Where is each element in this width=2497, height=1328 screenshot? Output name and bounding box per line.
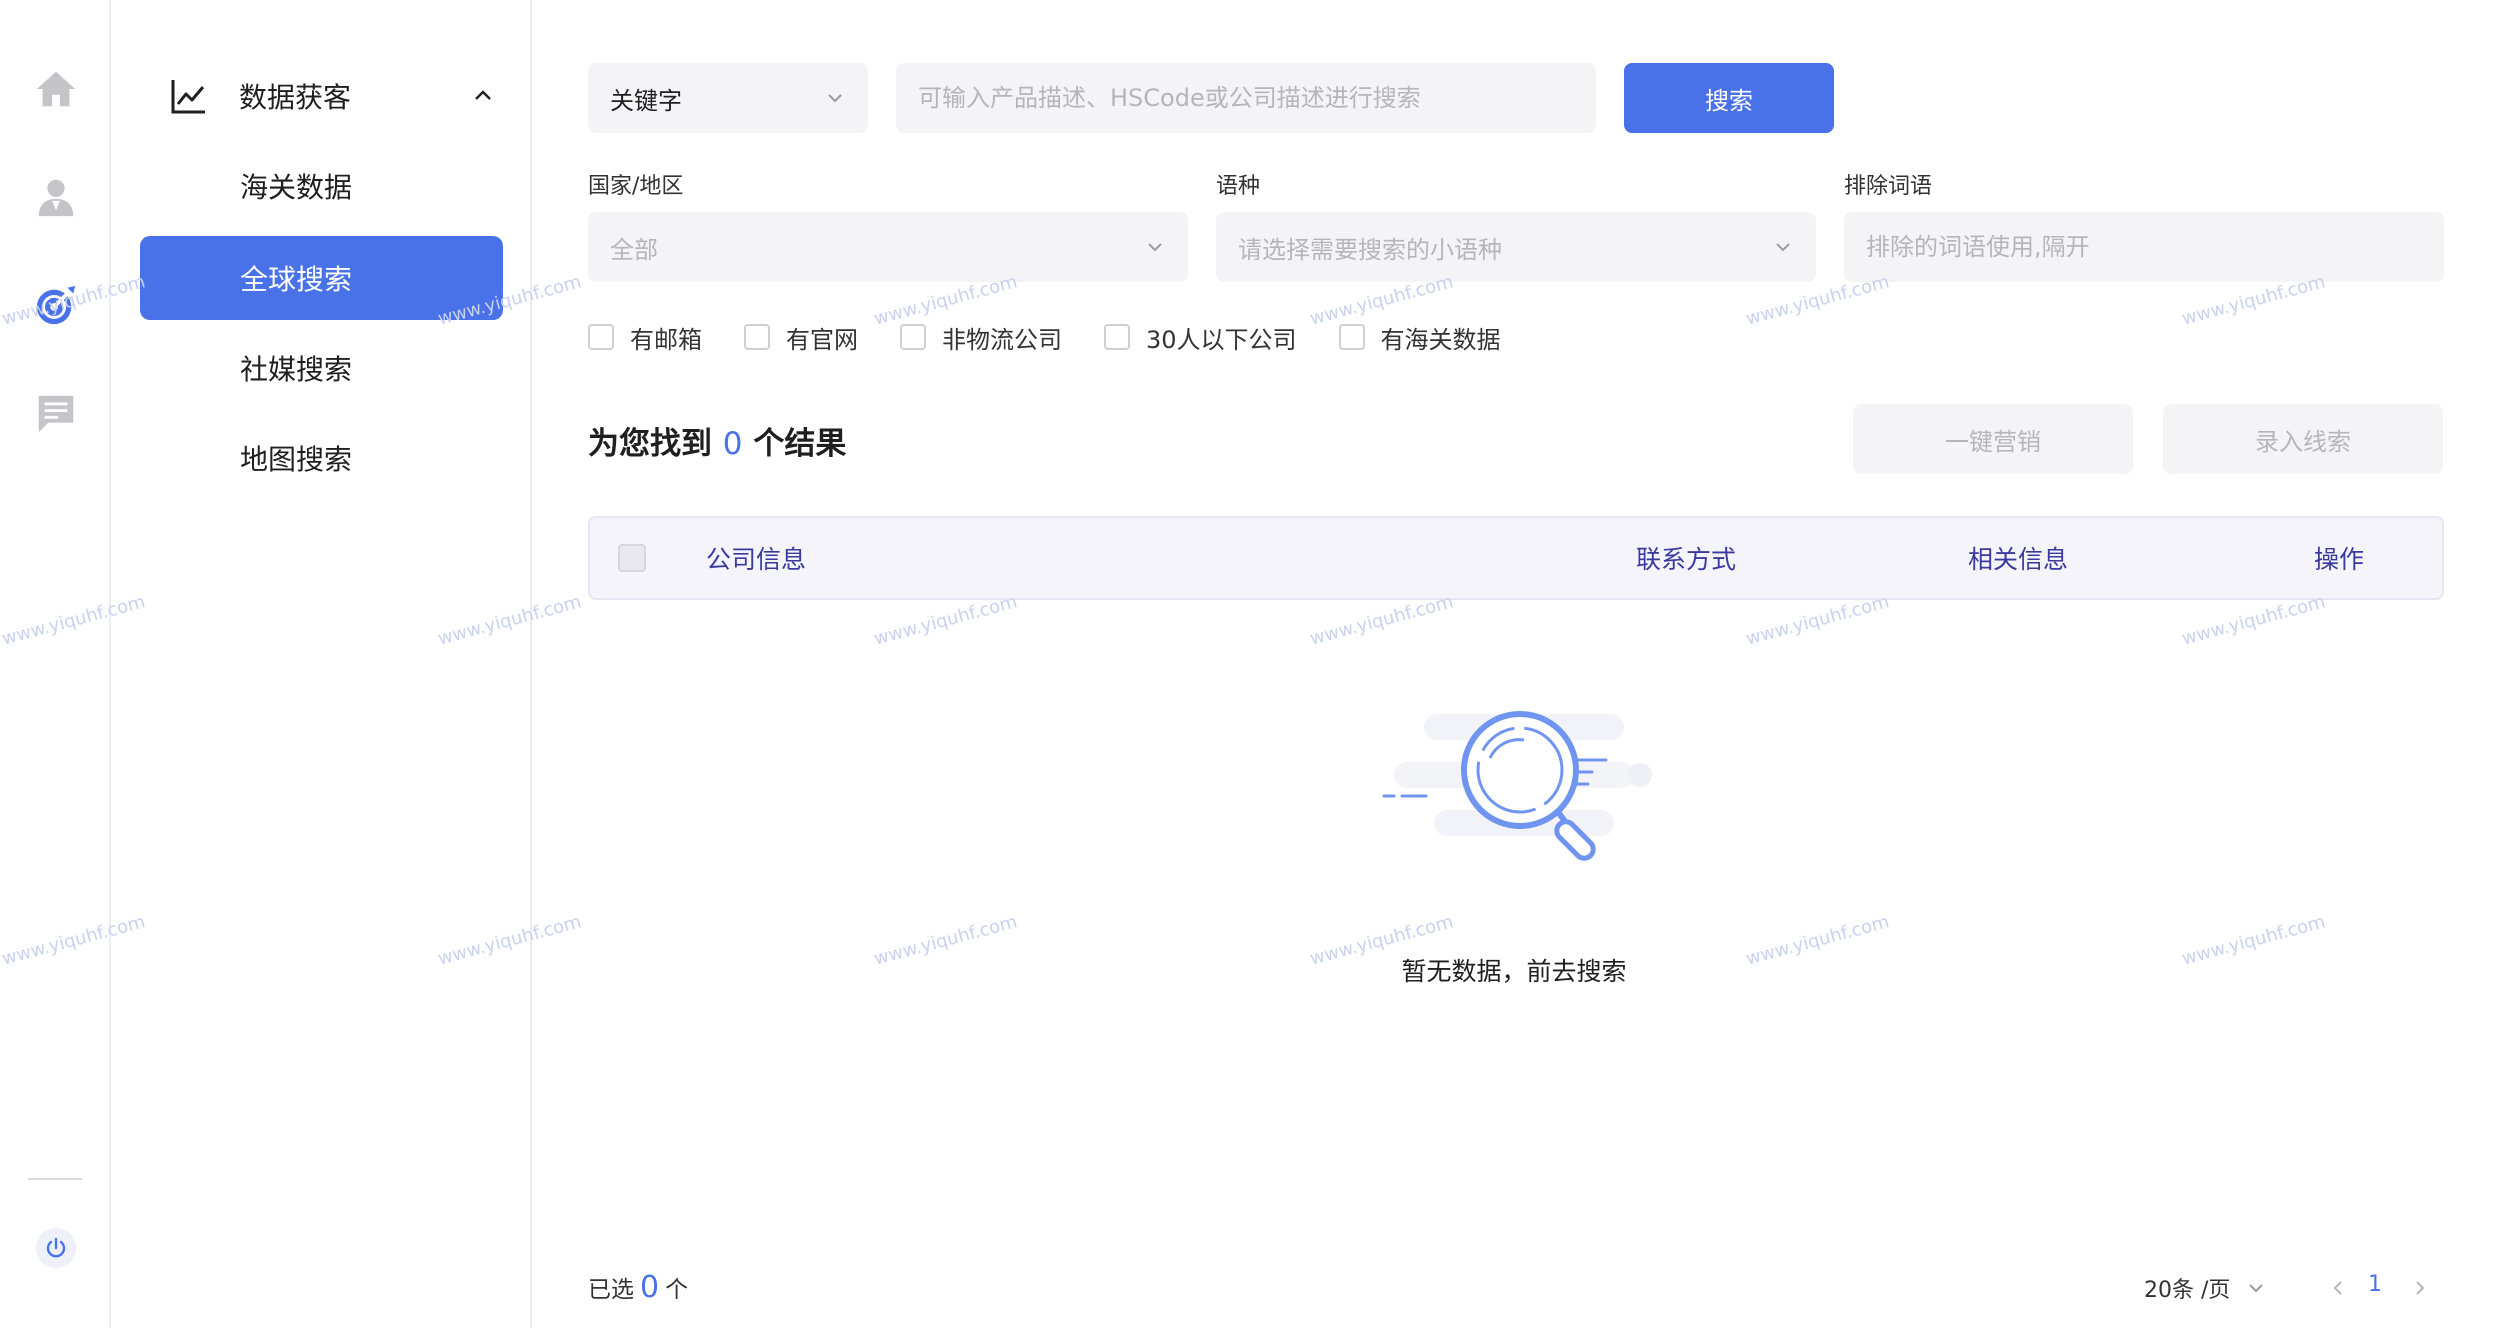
rail-divider — [28, 1178, 82, 1180]
country-select[interactable]: 全部 — [588, 212, 1188, 282]
message-icon[interactable] — [31, 388, 81, 438]
country-label: 国家/地区 — [588, 174, 684, 199]
empty-search-icon — [1382, 711, 1652, 861]
filter-label: 30人以下公司 — [1146, 325, 1297, 354]
checkbox[interactable] — [1338, 324, 1365, 350]
search-input[interactable] — [896, 63, 1596, 133]
target-icon[interactable] — [31, 280, 81, 330]
chevron-down-icon — [2249, 1284, 2264, 1293]
result-prefix: 为您找到 — [588, 426, 712, 462]
icon-rail — [0, 0, 111, 1328]
home-icon[interactable] — [31, 64, 81, 114]
selection-summary: 已选 0 个 — [588, 1270, 688, 1305]
language-placeholder: 请选择需要搜索的小语种 — [1238, 235, 1502, 264]
submenu: 数据获客 海关数据 全球搜索 社媒搜索 地图搜索 — [111, 0, 532, 1328]
checkbox[interactable] — [588, 324, 614, 350]
checkbox[interactable] — [744, 324, 770, 350]
menu-group-label: 数据获客 — [239, 81, 352, 114]
add-leads-button[interactable]: 录入线索 — [2163, 404, 2443, 474]
menu-item-customs-data[interactable]: 海关数据 — [140, 144, 503, 228]
table-header: 公司信息 联系方式 相关信息 操作 — [588, 516, 2444, 600]
result-count: 0 — [722, 426, 743, 462]
line-chart-icon — [171, 80, 205, 114]
filter-has-website[interactable]: 有官网 — [744, 320, 858, 355]
menu-item-label: 社媒搜索 — [240, 353, 353, 386]
selected-suffix: 个 — [665, 1277, 689, 1303]
result-summary: 为您找到 0 个结果 — [588, 418, 846, 463]
checkbox[interactable] — [1104, 324, 1130, 350]
filter-label: 非物流公司 — [942, 325, 1062, 354]
filter-under-30-staff[interactable]: 30人以下公司 — [1104, 320, 1297, 355]
search-type-value: 关键字 — [610, 86, 682, 115]
page-size-select[interactable]: 20条 /页 — [2144, 1272, 2266, 1304]
chevron-left-icon — [2333, 1281, 2342, 1295]
column-related-info: 相关信息 — [1968, 545, 2069, 574]
page-size-value: 20条 /页 — [2144, 1278, 2231, 1303]
menu-group-data-acquisition[interactable]: 数据获客 — [169, 64, 509, 128]
country-value: 全部 — [610, 235, 658, 264]
select-all-checkbox[interactable] — [618, 544, 646, 572]
language-label: 语种 — [1216, 174, 1261, 199]
search-button[interactable]: 搜索 — [1624, 63, 1834, 133]
main-content: 关键字 搜索 国家/地区 全部 语种 请选择需要搜索的小语种 排除词语 有邮箱 … — [534, 0, 2497, 1328]
filter-has-customs-data[interactable]: 有海关数据 — [1338, 320, 1501, 355]
menu-item-label: 海关数据 — [240, 171, 353, 204]
one-click-marketing-button[interactable]: 一键营销 — [1853, 404, 2133, 474]
selected-count: 0 — [640, 1270, 660, 1305]
filter-has-email[interactable]: 有邮箱 — [588, 320, 702, 355]
menu-item-map-search[interactable]: 地图搜索 — [140, 416, 503, 500]
menu-item-global-search[interactable]: 全球搜索 — [140, 236, 503, 320]
column-company-info: 公司信息 — [706, 545, 807, 574]
menu-item-label: 全球搜索 — [240, 263, 353, 296]
column-actions: 操作 — [2314, 545, 2365, 574]
result-suffix: 个结果 — [753, 426, 847, 462]
user-icon[interactable] — [31, 172, 81, 222]
search-type-select[interactable]: 关键字 — [588, 63, 868, 133]
exclude-label: 排除词语 — [1844, 174, 1933, 199]
checkbox[interactable] — [900, 324, 926, 350]
filter-non-logistics[interactable]: 非物流公司 — [900, 320, 1062, 355]
chevron-down-icon — [828, 94, 842, 103]
chevron-right-icon — [2416, 1281, 2425, 1295]
next-page-button[interactable] — [2406, 1274, 2434, 1302]
filter-label: 有海关数据 — [1380, 325, 1501, 354]
exclude-words-input[interactable] — [1844, 212, 2444, 282]
chevron-up-icon — [475, 90, 491, 100]
language-select[interactable]: 请选择需要搜索的小语种 — [1216, 212, 1816, 282]
menu-item-label: 地图搜索 — [240, 443, 353, 476]
empty-state-text[interactable]: 暂无数据，前去搜索 — [1274, 952, 1754, 988]
prev-page-button[interactable] — [2324, 1274, 2352, 1302]
chevron-down-icon — [1776, 243, 1790, 252]
page-number[interactable]: 1 — [2368, 1272, 2382, 1297]
filter-checkboxes: 有邮箱 有官网 非物流公司 30人以下公司 有海关数据 — [588, 320, 1543, 354]
filter-label: 有邮箱 — [630, 325, 702, 354]
selected-prefix: 已选 — [588, 1277, 634, 1303]
menu-item-social-search[interactable]: 社媒搜索 — [140, 326, 503, 410]
chevron-down-icon — [1148, 243, 1162, 252]
power-icon[interactable] — [36, 1228, 76, 1268]
filter-label: 有官网 — [786, 325, 858, 354]
column-contact: 联系方式 — [1636, 545, 1737, 574]
